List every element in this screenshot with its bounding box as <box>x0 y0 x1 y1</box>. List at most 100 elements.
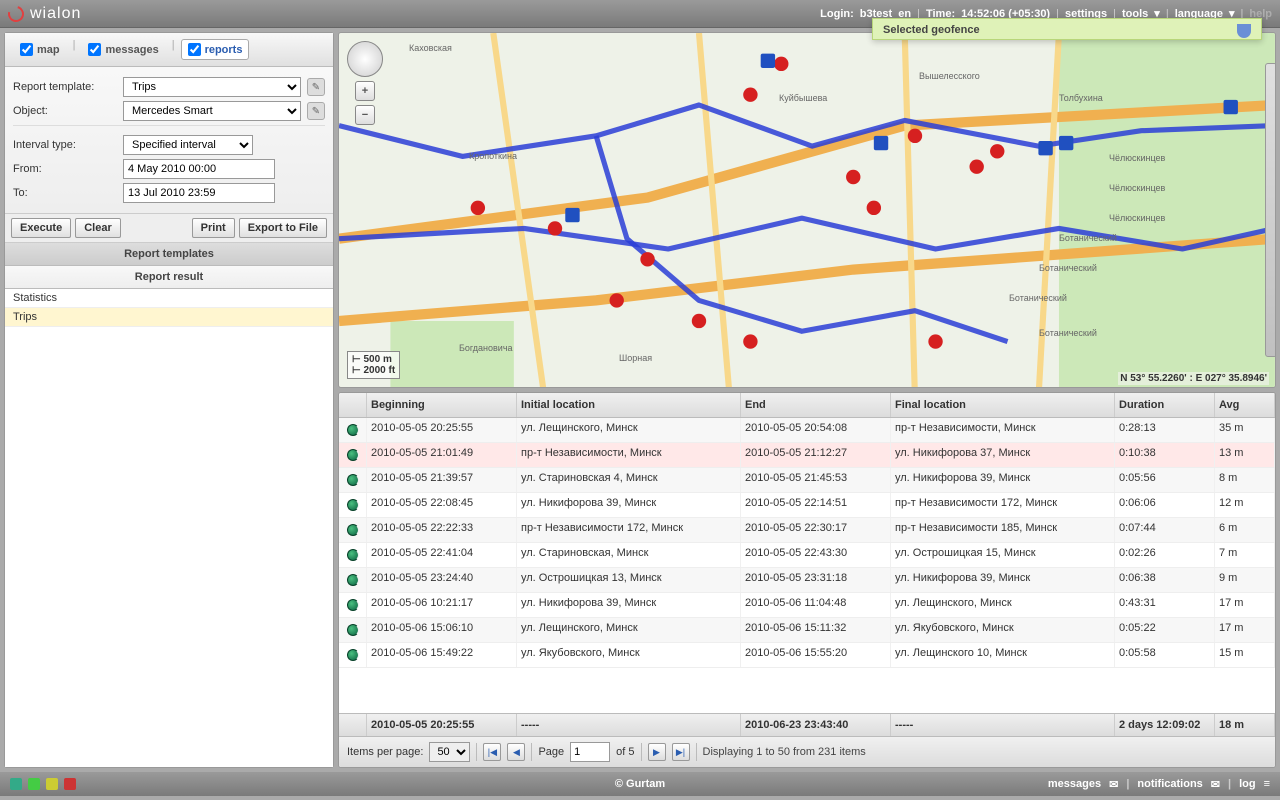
cell-avg: 6 m <box>1215 518 1275 542</box>
cell-avg: 35 m <box>1215 418 1275 442</box>
cell-beginning: 2010-05-06 15:49:22 <box>367 643 517 667</box>
cell-avg: 15 m <box>1215 643 1275 667</box>
cell-beginning: 2010-05-05 21:01:49 <box>367 443 517 467</box>
view-tabs: map | messages | reports <box>5 33 333 67</box>
cell-end: 2010-05-06 15:11:32 <box>741 618 891 642</box>
tab-reports-check[interactable] <box>188 43 201 56</box>
results-body[interactable]: 2010-05-05 20:25:55ул. Лещинского, Минск… <box>339 418 1275 713</box>
logo-icon <box>5 3 27 25</box>
tab-messages-check[interactable] <box>88 43 101 56</box>
execute-button[interactable]: Execute <box>11 218 71 238</box>
from-label: From: <box>13 163 123 175</box>
company-label: © Gurtam <box>615 778 665 790</box>
bottom-notifications[interactable]: notifications <box>1137 778 1202 790</box>
result-panel-head[interactable]: Report result <box>5 266 333 289</box>
pager-summary: Displaying 1 to 50 from 231 items <box>703 746 866 758</box>
from-input[interactable] <box>123 159 275 179</box>
row-marker-icon <box>347 549 359 561</box>
object-select[interactable]: Mercedes Smart <box>123 101 301 121</box>
prev-page-button[interactable]: ◀ <box>507 743 525 761</box>
login-label: Login: <box>820 8 854 20</box>
cell-avg: 7 m <box>1215 543 1275 567</box>
bottom-log[interactable]: log <box>1239 778 1256 790</box>
table-row[interactable]: 2010-05-05 22:08:45ул. Никифорова 39, Ми… <box>339 493 1275 518</box>
col-end[interactable]: End <box>741 393 891 417</box>
table-row[interactable]: 2010-05-06 15:49:22ул. Якубовского, Минс… <box>339 643 1275 668</box>
shield-icon <box>1237 24 1251 38</box>
first-page-button[interactable]: |◀ <box>483 743 501 761</box>
col-beginning[interactable]: Beginning <box>367 393 517 417</box>
table-row[interactable]: 2010-05-05 21:39:57ул. Стариновская 4, М… <box>339 468 1275 493</box>
template-select[interactable]: Trips <box>123 77 301 97</box>
status-icon-2[interactable] <box>28 778 40 790</box>
cell-beginning: 2010-05-06 10:21:17 <box>367 593 517 617</box>
page-input[interactable] <box>570 742 610 762</box>
log-icon[interactable]: ≡ <box>1264 778 1270 790</box>
map-canvas[interactable] <box>339 33 1275 388</box>
pan-control[interactable] <box>347 41 383 77</box>
status-icon-3[interactable] <box>46 778 58 790</box>
col-initial[interactable]: Initial location <box>517 393 741 417</box>
status-icon-1[interactable] <box>10 778 22 790</box>
table-row[interactable]: 2010-05-06 10:21:17ул. Никифорова 39, Ми… <box>339 593 1275 618</box>
cell-final: пр-т Независимости, Минск <box>891 418 1115 442</box>
next-page-button[interactable]: ▶ <box>648 743 666 761</box>
map-scale: ⊢ 500 m ⊢ 2000 ft <box>347 351 400 379</box>
foot-beginning: 2010-05-05 20:25:55 <box>367 714 517 736</box>
tab-map-check[interactable] <box>20 43 33 56</box>
list-item-trips[interactable]: Trips <box>5 308 333 327</box>
cell-beginning: 2010-05-05 22:08:45 <box>367 493 517 517</box>
page-of: of 5 <box>616 746 634 758</box>
col-final[interactable]: Final location <box>891 393 1115 417</box>
zoom-in-button[interactable]: + <box>355 81 375 101</box>
cell-initial: ул. Лещинского, Минск <box>517 418 741 442</box>
table-row[interactable]: 2010-05-05 20:25:55ул. Лещинского, Минск… <box>339 418 1275 443</box>
cell-duration: 0:10:38 <box>1115 443 1215 467</box>
foot-final: ----- <box>891 714 1115 736</box>
table-row[interactable]: 2010-05-05 22:41:04ул. Стариновская, Мин… <box>339 543 1275 568</box>
table-row[interactable]: 2010-05-06 15:06:10ул. Лещинского, Минск… <box>339 618 1275 643</box>
object-edit-icon[interactable]: ✎ <box>307 102 325 120</box>
print-button[interactable]: Print <box>192 218 235 238</box>
table-row[interactable]: 2010-05-05 22:22:33пр-т Независимости 17… <box>339 518 1275 543</box>
row-marker-icon <box>347 499 359 511</box>
ipp-select[interactable]: 50 <box>429 742 470 762</box>
tab-messages[interactable]: messages <box>81 39 165 60</box>
cell-final: ул. Лещинского, Минск <box>891 593 1115 617</box>
logo: wialon <box>8 5 81 23</box>
map-view[interactable]: Каховская Куйбышева Вышелесского Толбухи… <box>338 32 1276 388</box>
clear-button[interactable]: Clear <box>75 218 121 238</box>
col-avg[interactable]: Avg <box>1215 393 1275 417</box>
status-icons <box>10 778 76 790</box>
last-page-button[interactable]: ▶| <box>672 743 690 761</box>
bottom-messages[interactable]: messages <box>1048 778 1101 790</box>
cell-end: 2010-05-05 20:54:08 <box>741 418 891 442</box>
zoom-out-button[interactable]: − <box>355 105 375 125</box>
export-button[interactable]: Export to File <box>239 218 327 238</box>
tab-map[interactable]: map <box>13 39 67 60</box>
interval-select[interactable]: Specified interval <box>123 135 253 155</box>
cell-beginning: 2010-05-05 23:24:40 <box>367 568 517 592</box>
bell-icon[interactable]: ✉ <box>1211 778 1220 791</box>
map-tool-strip[interactable] <box>1265 63 1276 357</box>
col-duration[interactable]: Duration <box>1115 393 1215 417</box>
list-item-statistics[interactable]: Statistics <box>5 289 333 308</box>
cell-final: пр-т Независимости 185, Минск <box>891 518 1115 542</box>
template-edit-icon[interactable]: ✎ <box>307 78 325 96</box>
interval-label: Interval type: <box>13 139 123 151</box>
to-input[interactable] <box>123 183 275 203</box>
cell-avg: 8 m <box>1215 468 1275 492</box>
foot-initial: ----- <box>517 714 741 736</box>
status-icon-4[interactable] <box>64 778 76 790</box>
table-row[interactable]: 2010-05-05 23:24:40ул. Острошицкая 13, М… <box>339 568 1275 593</box>
templates-panel-head[interactable]: Report templates <box>5 243 333 266</box>
mail-icon[interactable]: ✉ <box>1109 778 1118 791</box>
geofence-banner: Selected geofence <box>872 18 1262 40</box>
table-row[interactable]: 2010-05-05 21:01:49пр-т Независимости, М… <box>339 443 1275 468</box>
cell-end: 2010-05-05 21:12:27 <box>741 443 891 467</box>
to-label: To: <box>13 187 123 199</box>
results-header: Beginning Initial location End Final loc… <box>339 393 1275 418</box>
map-nav-controls: + − <box>347 41 383 125</box>
row-marker-icon <box>347 599 359 611</box>
tab-reports[interactable]: reports <box>181 39 250 60</box>
